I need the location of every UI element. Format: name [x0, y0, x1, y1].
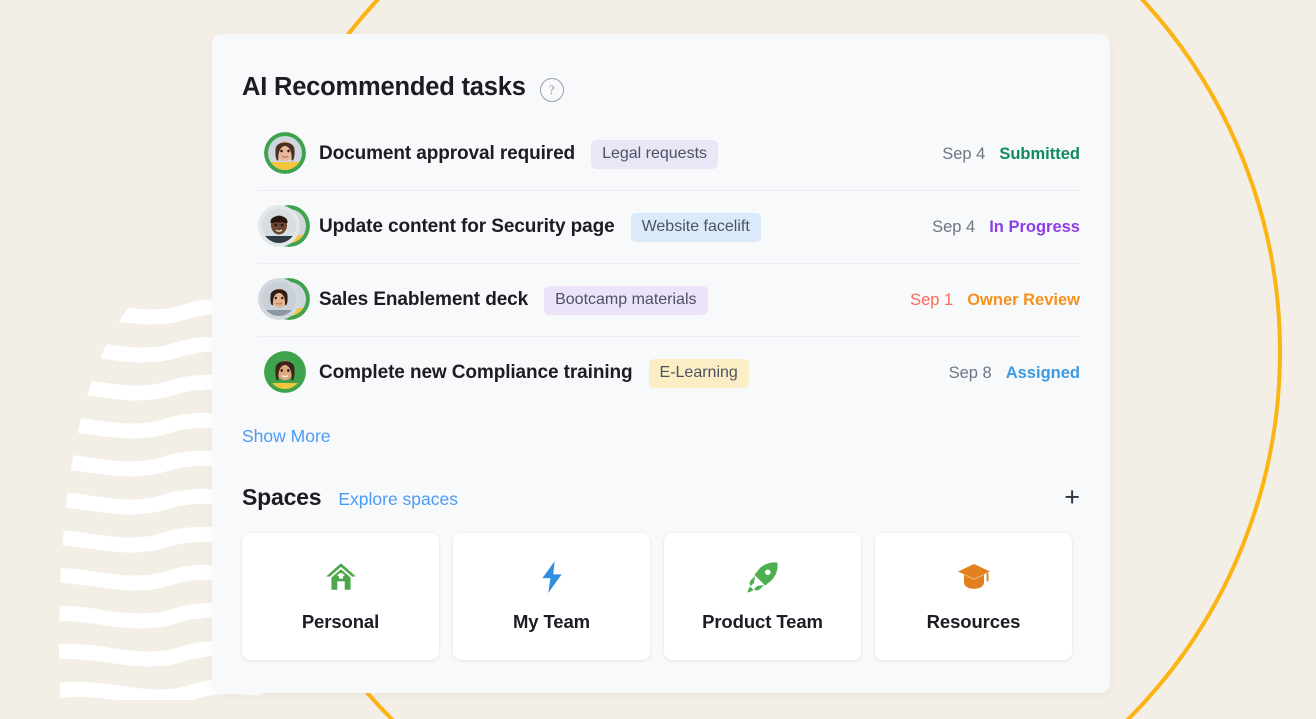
- space-card-resources[interactable]: Resources: [875, 533, 1072, 660]
- space-label: Resources: [926, 611, 1021, 632]
- avatar-group: [258, 351, 310, 395]
- show-more-link[interactable]: Show More: [242, 426, 331, 447]
- spaces-header: Spaces Explore spaces +: [212, 484, 1110, 511]
- lightning-bolt-icon: [537, 560, 567, 594]
- task-meta: Sep 8 Assigned: [949, 364, 1080, 383]
- house-icon: [324, 560, 358, 594]
- rocket-icon: [746, 560, 780, 594]
- space-card-personal[interactable]: Personal: [242, 533, 439, 660]
- task-date: Sep 4: [942, 144, 986, 163]
- plus-icon[interactable]: +: [1064, 484, 1080, 511]
- task-title: Sales Enablement deck: [319, 289, 529, 310]
- page-title: AI Recommended tasks: [242, 73, 526, 101]
- task-tag[interactable]: Bootcamp materials: [544, 285, 708, 315]
- table-row[interactable]: Sales Enablement deck Bootcamp materials…: [258, 264, 1080, 337]
- table-row[interactable]: Complete new Compliance training E-Learn…: [258, 337, 1080, 409]
- task-date: Sep 4: [932, 217, 976, 236]
- spaces-title: Spaces: [242, 484, 322, 510]
- space-label: Product Team: [702, 611, 823, 632]
- task-meta: Sep 4 In Progress: [932, 218, 1080, 237]
- avatar-group: [258, 278, 310, 322]
- task-tag[interactable]: Website facelift: [630, 212, 761, 242]
- avatar: [264, 351, 306, 393]
- spaces-grid: Personal My Team Product Team Resources: [212, 533, 1110, 660]
- task-tag[interactable]: Legal requests: [591, 139, 719, 169]
- avatar: [264, 132, 306, 174]
- avatar-group: [258, 205, 310, 249]
- task-title: Document approval required: [319, 143, 576, 164]
- task-date: Sep 8: [948, 363, 992, 382]
- task-meta: Sep 1 Owner Review: [910, 291, 1080, 310]
- table-row[interactable]: Document approval required Legal request…: [258, 118, 1080, 191]
- space-card-product-team[interactable]: Product Team: [664, 533, 861, 660]
- status-badge[interactable]: Submitted: [999, 145, 1080, 164]
- space-label: Personal: [301, 611, 380, 632]
- status-badge[interactable]: In Progress: [989, 218, 1080, 237]
- question-mark-circle-icon[interactable]: ?: [539, 77, 564, 102]
- status-badge[interactable]: Owner Review: [967, 291, 1080, 310]
- space-label: My Team: [512, 611, 591, 632]
- task-list: Document approval required Legal request…: [212, 118, 1110, 409]
- avatar: [258, 278, 300, 320]
- panel-header: AI Recommended tasks ?: [212, 34, 1110, 102]
- task-title: Update content for Security page: [319, 216, 615, 237]
- avatar: [258, 205, 300, 247]
- table-row[interactable]: Update content for Security page Website…: [258, 191, 1080, 264]
- space-card-my-team[interactable]: My Team: [453, 533, 650, 660]
- avatar-group: [258, 132, 310, 176]
- graduation-cap-icon: [957, 560, 991, 594]
- task-date: Sep 1: [910, 290, 954, 309]
- task-meta: Sep 4 Submitted: [942, 145, 1080, 164]
- task-tag[interactable]: E-Learning: [648, 358, 749, 388]
- dashboard-panel: AI Recommended tasks ? Document approval…: [212, 34, 1110, 693]
- status-badge[interactable]: Assigned: [1006, 364, 1080, 383]
- task-title: Complete new Compliance training: [319, 362, 633, 383]
- explore-spaces-link[interactable]: Explore spaces: [338, 489, 458, 510]
